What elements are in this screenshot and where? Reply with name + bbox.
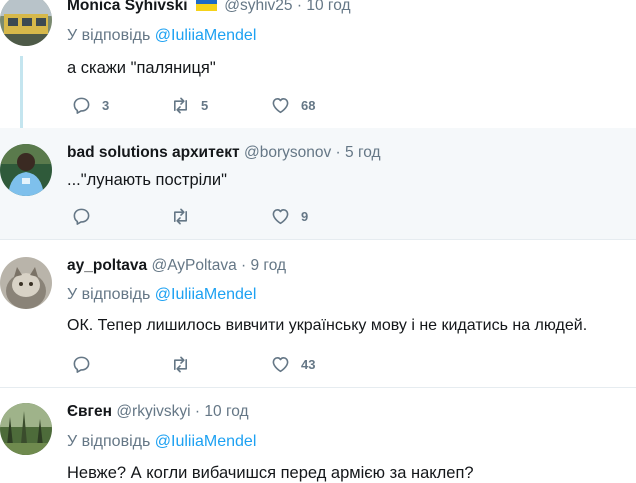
tweet-header: Monica Syhivski @syhiv25 · 10 год [67,0,351,15]
avatar-bad-solutions[interactable] [0,144,52,196]
avatar-ay-poltava[interactable] [0,257,52,309]
tweet-header: bad solutions архитект @borysonov · 5 го… [67,144,381,162]
retweet-button[interactable] [171,207,201,226]
retweet-button[interactable] [171,355,201,374]
separator-dot: · [241,257,247,274]
retweet-icon [171,96,190,115]
heart-icon [271,355,290,374]
separator-dot: · [296,0,303,14]
timestamp[interactable]: 10 год [306,0,350,14]
tweet-header: Євген @rkyivskyi · 10 год [67,403,249,421]
reply-icon [72,355,91,374]
reply-context: У відповідь @IuliiaMendel [67,286,256,304]
display-name[interactable]: ay_poltava [67,257,147,274]
reply-context: У відповідь @IuliiaMendel [67,27,256,45]
display-name[interactable]: Євген [67,403,112,420]
reply-button[interactable]: 3 [72,96,109,115]
reply-prefix: У відповідь [67,27,151,44]
tweet-text: ..."лунають постріли" [67,171,227,189]
reply-button[interactable] [72,355,102,374]
tweet-header: ay_poltava @AyPoltava · 9 год [67,257,286,275]
ukraine-flag-icon [195,0,217,11]
avatar-yevhen[interactable] [0,403,52,455]
like-count: 9 [301,209,309,224]
avatar-monica[interactable] [0,0,52,46]
reply-count: 3 [102,98,110,113]
timestamp[interactable]: 5 год [345,144,381,161]
reply-context: У відповідь @IuliiaMendel [67,433,256,451]
tweet-yevhen[interactable]: Євген @rkyivskyi · 10 год У відповідь @I… [0,388,636,483]
retweet-count: 5 [201,98,209,113]
like-button[interactable]: 43 [271,355,315,374]
reply-icon [72,96,91,115]
reply-icon [72,207,91,226]
user-handle[interactable]: @syhiv25 [224,0,292,14]
heart-icon [271,96,290,115]
reply-mention-link[interactable]: @IuliiaMendel [155,433,257,450]
tweet-monica[interactable]: Monica Syhivski @syhiv25 · 10 год У відп… [0,0,636,138]
separator-dot: · [335,144,341,161]
display-name[interactable]: Monica Syhivski [67,0,188,14]
tweet-text: Невже? А когли вибачишся перед армією за… [67,464,474,482]
tweet-ay-poltava[interactable]: ay_poltava @AyPoltava · 9 год У відповід… [0,240,636,387]
timestamp[interactable]: 9 год [251,257,287,274]
user-handle[interactable]: @borysonov [244,144,331,161]
separator-dot: · [194,403,201,420]
user-handle[interactable]: @rkyivskyi [116,403,190,420]
thread-connector-line [20,56,23,138]
retweet-button[interactable]: 5 [171,96,208,115]
user-handle[interactable]: @AyPoltava [151,257,236,274]
like-count: 68 [301,98,316,113]
tweet-bad-solutions[interactable]: bad solutions архитект @borysonov · 5 го… [0,128,636,239]
reply-mention-link[interactable]: @IuliiaMendel [155,27,257,44]
tweet-text: а скажи "паляниця" [67,59,216,77]
reply-mention-link[interactable]: @IuliiaMendel [155,286,257,303]
reply-prefix: У відповідь [67,433,151,450]
like-button[interactable]: 9 [271,207,308,226]
retweet-icon [171,355,190,374]
retweet-icon [171,207,190,226]
timestamp[interactable]: 10 год [204,403,248,420]
like-count: 43 [301,357,316,372]
reply-button[interactable] [72,207,102,226]
tweet-text: ОК. Тепер лишилось вивчити українську мо… [67,317,588,334]
reply-prefix: У відповідь [67,286,151,303]
display-name[interactable]: bad solutions архитект [67,144,240,161]
heart-icon [271,207,290,226]
like-button[interactable]: 68 [271,96,315,115]
